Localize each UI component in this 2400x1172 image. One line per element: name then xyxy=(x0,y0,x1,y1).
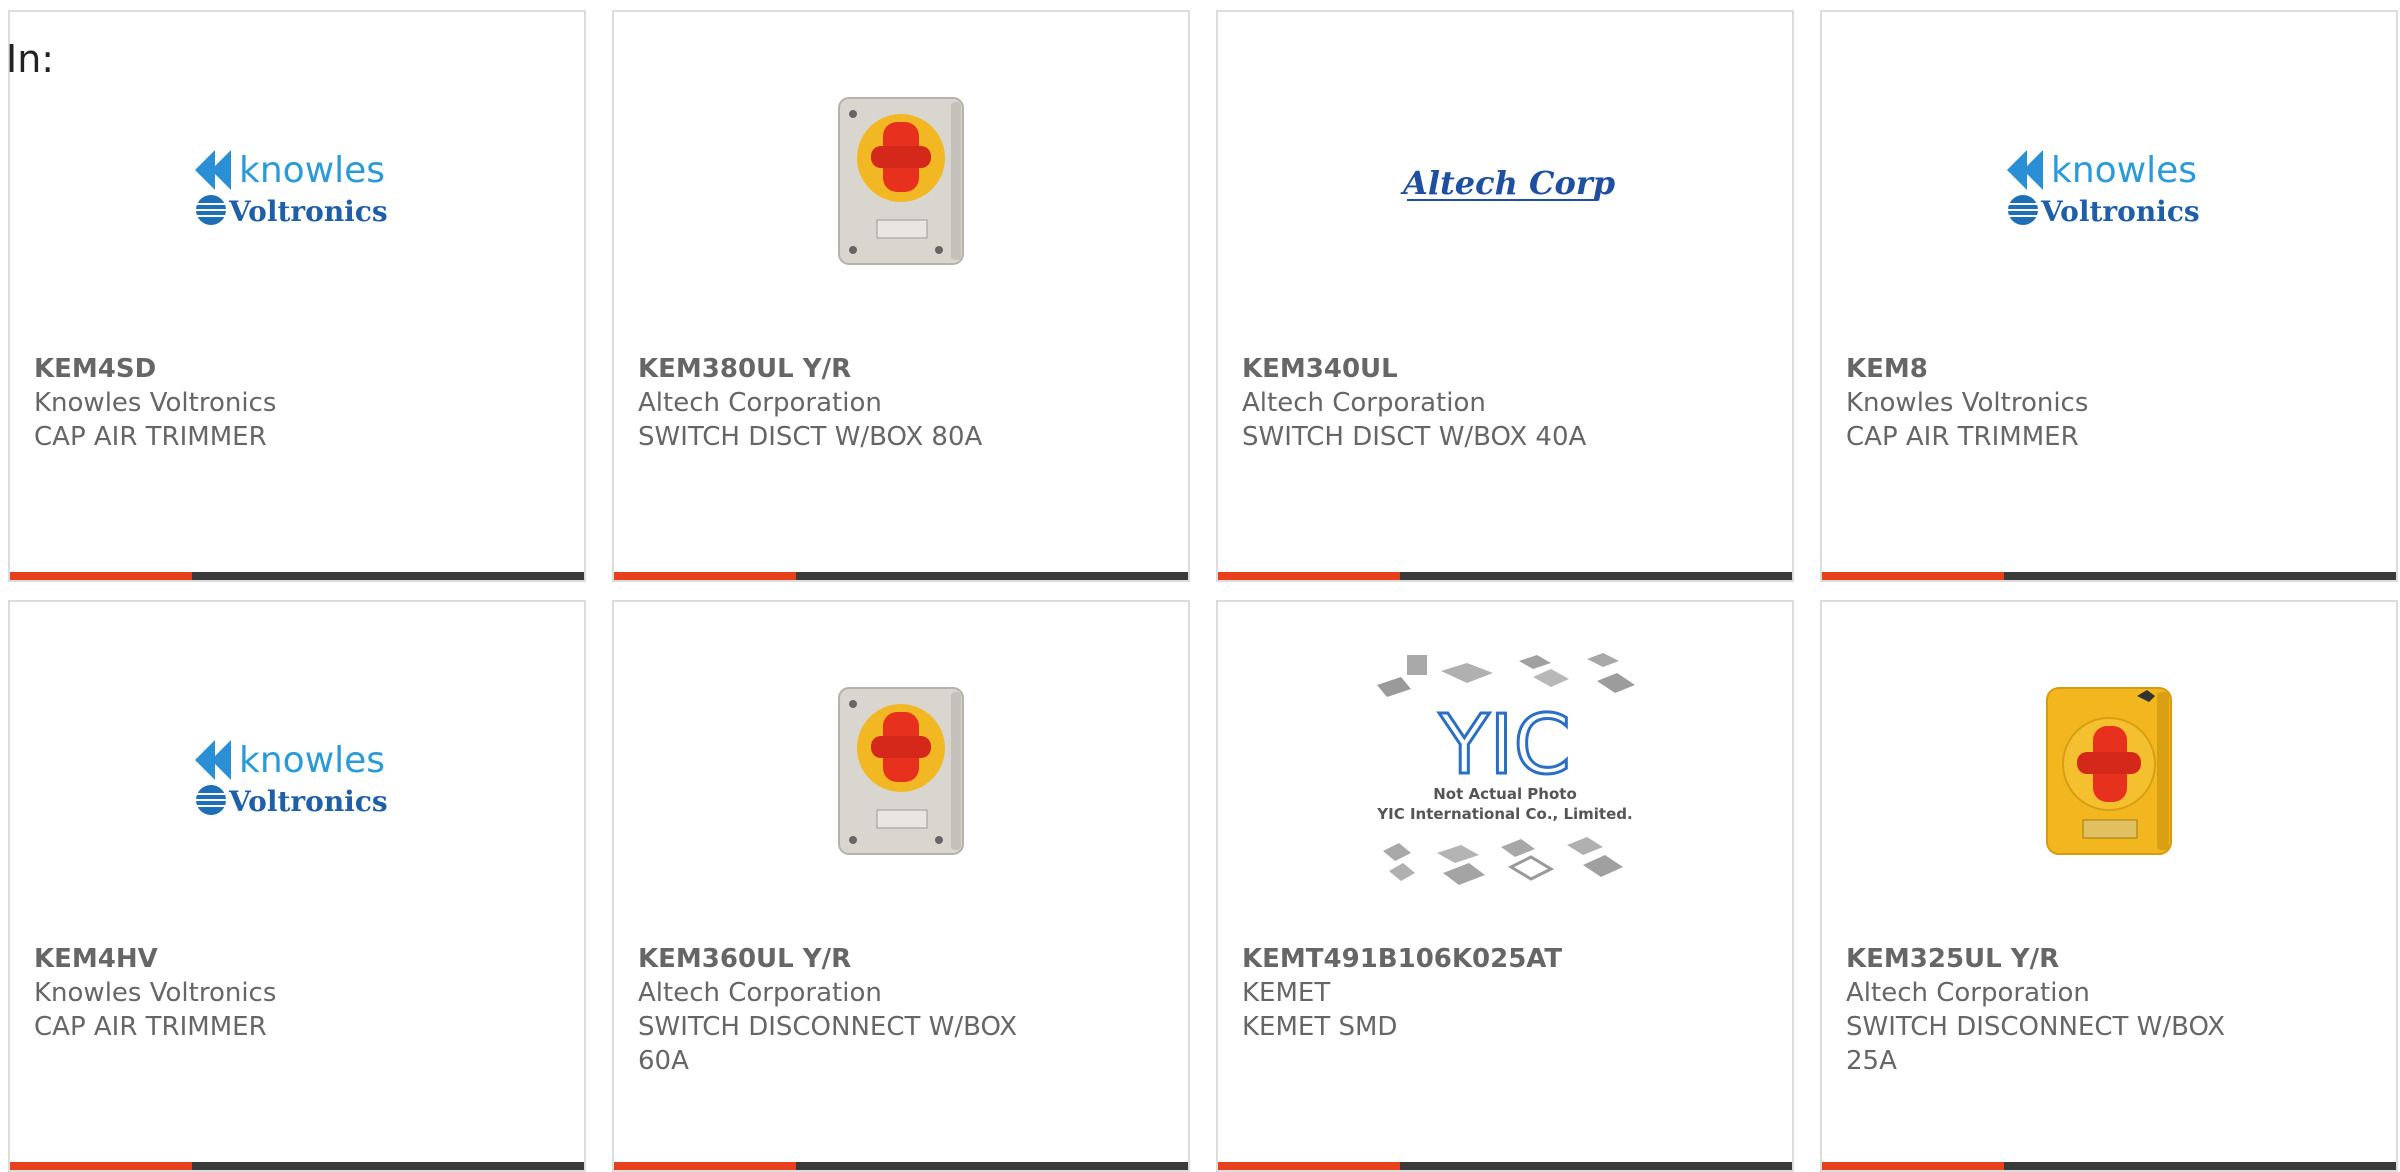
part-number[interactable]: KEM360UL Y/R xyxy=(638,942,1168,976)
svg-text:Voltronics: Voltronics xyxy=(2040,195,2200,228)
filter-label: In: xyxy=(6,37,55,81)
description: SWITCH DISCT W/BOX 40A xyxy=(1242,422,1587,452)
card-bottom-bar xyxy=(1822,572,2396,580)
product-card-kem360ul[interactable]: KEM360UL Y/R Altech Corporation SWITCH D… xyxy=(612,600,1190,1172)
description: SWITCH DISCONNECT W/BOX 25A xyxy=(1846,1012,2226,1076)
yellow-switch-box-image xyxy=(1822,642,2396,902)
part-number[interactable]: KEM325UL Y/R xyxy=(1846,942,2376,976)
svg-text:Voltronics: Voltronics xyxy=(228,785,388,818)
part-number[interactable]: KEM4SD xyxy=(34,352,564,386)
altech-corp-logo: Altech Corp. xyxy=(1218,52,1792,312)
svg-text:Altech Corp.: Altech Corp. xyxy=(1400,164,1615,202)
manufacturer: Altech Corporation xyxy=(638,388,882,418)
description: SWITCH DISCT W/BOX 80A xyxy=(638,422,983,452)
knowles-voltronics-logo: knowles Voltronics xyxy=(10,52,584,312)
part-number[interactable]: KEMT491B106K025AT xyxy=(1242,942,1772,976)
description: SWITCH DISCONNECT W/BOX 60A xyxy=(638,1012,1018,1076)
card-bottom-bar xyxy=(1218,572,1792,580)
part-number[interactable]: KEM340UL xyxy=(1242,352,1772,386)
svg-text:Voltronics: Voltronics xyxy=(228,195,388,228)
yic-placeholder-image: YIC Not Actual Photo YIC International C… xyxy=(1218,642,1792,902)
description: CAP AIR TRIMMER xyxy=(34,1012,267,1042)
description: KEMET SMD xyxy=(1242,1012,1398,1042)
svg-text:knowles: knowles xyxy=(239,740,385,781)
card-bottom-bar xyxy=(10,1162,584,1170)
card-bottom-bar xyxy=(10,572,584,580)
description: CAP AIR TRIMMER xyxy=(34,422,267,452)
manufacturer: Altech Corporation xyxy=(1846,978,2090,1008)
card-bottom-bar xyxy=(614,1162,1188,1170)
part-number[interactable]: KEM4HV xyxy=(34,942,564,976)
svg-text:YIC: YIC xyxy=(1438,698,1571,793)
product-card-kem380ul[interactable]: KEM380UL Y/R Altech Corporation SWITCH D… xyxy=(612,10,1190,582)
knowles-voltronics-logo: knowles Voltronics xyxy=(1822,52,2396,312)
card-bottom-bar xyxy=(1218,1162,1792,1170)
product-card-kem4hv[interactable]: knowles Voltronics KEM4HV Knowles Voltro… xyxy=(8,600,586,1172)
product-card-kem4sd[interactable]: knowles Voltronics KEM4SD Knowles Voltro… xyxy=(8,10,586,582)
manufacturer: Altech Corporation xyxy=(1242,388,1486,418)
grey-switch-box-image xyxy=(614,52,1188,312)
manufacturer: Knowles Voltronics xyxy=(34,388,277,418)
svg-text:knowles: knowles xyxy=(2051,150,2197,191)
svg-text:YIC International Co., Limited: YIC International Co., Limited. xyxy=(1376,805,1632,823)
description: CAP AIR TRIMMER xyxy=(1846,422,2079,452)
svg-text:Not Actual Photo: Not Actual Photo xyxy=(1433,785,1577,803)
product-card-kem340ul[interactable]: Altech Corp. KEM340UL Altech Corporation… xyxy=(1216,10,1794,582)
svg-text:knowles: knowles xyxy=(239,150,385,191)
card-bottom-bar xyxy=(614,572,1188,580)
manufacturer: Altech Corporation xyxy=(638,978,882,1008)
product-card-kemt491b106k025at[interactable]: YIC Not Actual Photo YIC International C… xyxy=(1216,600,1794,1172)
manufacturer: Knowles Voltronics xyxy=(34,978,277,1008)
card-bottom-bar xyxy=(1822,1162,2396,1170)
grey-switch-box-image xyxy=(614,642,1188,902)
product-card-kem8[interactable]: knowles Voltronics KEM8 Knowles Voltroni… xyxy=(1820,10,2398,582)
part-number[interactable]: KEM8 xyxy=(1846,352,2376,386)
knowles-voltronics-logo: knowles Voltronics xyxy=(10,642,584,902)
product-card-kem325ul[interactable]: KEM325UL Y/R Altech Corporation SWITCH D… xyxy=(1820,600,2398,1172)
part-number[interactable]: KEM380UL Y/R xyxy=(638,352,1168,386)
manufacturer: Knowles Voltronics xyxy=(1846,388,2089,418)
manufacturer: KEMET xyxy=(1242,978,1331,1008)
